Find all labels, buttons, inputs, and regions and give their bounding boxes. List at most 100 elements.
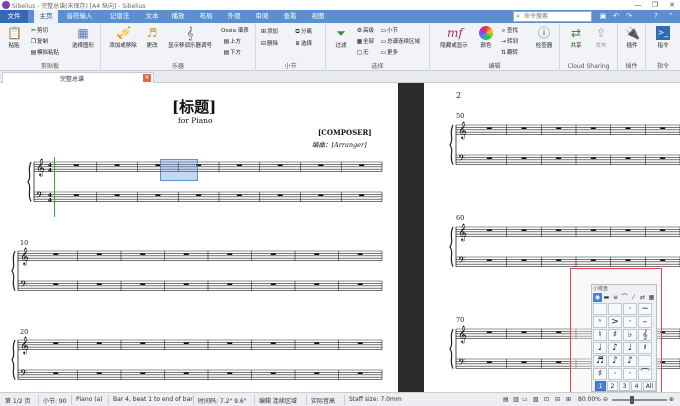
search-input[interactable] <box>524 12 590 21</box>
cut-button[interactable]: ✂剪切 <box>30 26 48 34</box>
view-mode-icon[interactable]: ▤ <box>503 396 509 403</box>
keypad-layout-3[interactable]: 3 <box>619 381 630 391</box>
keypad-key[interactable]: ♯ <box>593 368 607 380</box>
inspector-button[interactable]: ⓘ 检查器 <box>532 26 556 49</box>
tab-notations[interactable]: 记谱法 <box>101 10 138 23</box>
redo-icon[interactable]: ↷ <box>624 11 634 22</box>
zoom-slider-thumb[interactable] <box>630 396 634 404</box>
tuplets-icon[interactable]: ≡ <box>611 293 620 302</box>
keypad-key[interactable]: · <box>623 303 637 315</box>
keypad-menu-icon[interactable]: ▦ <box>647 293 656 302</box>
tab-full-score[interactable]: 完整总谱 ✕ <box>2 72 154 83</box>
tab-view[interactable]: 视图 <box>306 10 330 23</box>
keypad-key[interactable]: ⌒ <box>638 368 652 380</box>
undo-icon[interactable]: ↶ <box>611 11 621 22</box>
delete-bar-button[interactable]: ⊟删除 <box>260 39 278 47</box>
keypad-key[interactable]: − <box>638 303 652 315</box>
keypad-layout-4[interactable]: 4 <box>631 381 642 391</box>
keypad-key[interactable]: ♩ <box>623 342 637 354</box>
zoom-page-icon[interactable]: ⊞ <box>566 396 571 403</box>
copy-button[interactable]: ❐复制 <box>30 37 48 45</box>
transposing-score-button[interactable]: 𝄞 显示移调乐器调号 <box>163 26 217 49</box>
beams-icon[interactable]: ▬ <box>602 293 611 302</box>
keypad-key[interactable]: ♯ <box>608 329 622 341</box>
tab-layout[interactable]: 布局 <box>194 10 218 23</box>
keypad-key[interactable]: 𝄾 <box>593 316 607 328</box>
tab-review[interactable]: 查看 <box>278 10 302 23</box>
publish-button[interactable]: ⇪ 发布 <box>590 26 612 49</box>
flip-button[interactable]: ⇅翻转 <box>500 48 518 56</box>
zoom-fit-icon[interactable]: ⊡ <box>544 396 549 403</box>
advanced-select-button[interactable]: ⚙高级 <box>356 26 374 34</box>
keypad-key[interactable]: ♩ <box>593 342 607 354</box>
maximize-button[interactable]: ❐ <box>647 0 663 10</box>
close-window-button[interactable]: ✕ <box>664 0 680 10</box>
score-page-1[interactable]: [标题] for Piano [COMPOSER] 编曲：[Arranger] … <box>0 83 398 392</box>
tab-play[interactable]: 播放 <box>166 10 190 23</box>
select-all-button[interactable]: ▦全部 <box>356 37 374 45</box>
command-search[interactable]: ⌕ <box>513 11 592 22</box>
tie-icon[interactable]: ⌒ <box>620 293 629 302</box>
hide-show-button[interactable]: mf 隐藏或显示 <box>436 26 472 49</box>
select-graphic-button[interactable]: ▦ 选择图形 <box>68 26 98 49</box>
ossia-staff-button[interactable]: Ossia 谱表 <box>221 26 249 34</box>
keypad-key[interactable]: · <box>623 368 637 380</box>
tab-home[interactable]: 主页 <box>34 10 58 23</box>
keypad-key[interactable]: 𝄽 <box>638 342 652 354</box>
keypad-key[interactable] <box>638 355 652 367</box>
page1-staves[interactable]: 𝄞𝄢4444𝄞𝄢𝄞𝄢 <box>0 83 398 392</box>
help-icon[interactable]: ? <box>651 11 661 22</box>
save-icon[interactable]: ▣ <box>598 11 608 22</box>
keypad-key[interactable]: 𝄞 <box>638 329 652 341</box>
keypad-layout-2[interactable]: 2 <box>607 381 618 391</box>
tab-file[interactable]: 文件 <box>0 10 28 23</box>
add-bar-button[interactable]: ⊞添加 <box>260 27 278 35</box>
split-bar-button[interactable]: ⧉分离 <box>294 27 312 36</box>
add-remove-instrument-button[interactable]: 🎺 添加或移除 <box>105 26 141 49</box>
zoom-slider[interactable] <box>612 399 667 401</box>
join-bar-button[interactable]: ⧈ 选择 <box>294 39 312 48</box>
keypad-key[interactable]: · <box>623 316 637 328</box>
close-tab-icon[interactable]: ✕ <box>143 74 151 82</box>
zoom-out-icon[interactable]: ⊖ <box>603 396 608 403</box>
select-none-button[interactable]: ▢无 <box>356 48 369 56</box>
ossia-below-button[interactable]: ▤下方 <box>223 48 241 56</box>
bar-selection-highlight[interactable] <box>160 159 198 181</box>
system-passage-button[interactable]: ▭总谱连续区域 <box>380 37 420 45</box>
keypad-key[interactable]: ♪ <box>623 355 637 367</box>
keypad-key[interactable] <box>608 303 622 315</box>
tab-appearance[interactable]: 外观 <box>222 10 246 23</box>
change-instrument-button[interactable]: ♬ 更改 <box>143 26 161 49</box>
keypad-key[interactable]: ♭ <box>623 329 637 341</box>
zoom-in-icon[interactable]: ⊕ <box>669 396 674 403</box>
panorama-icon[interactable]: ▭ <box>522 396 528 403</box>
keypad-key[interactable] <box>593 303 607 315</box>
paste-special-button[interactable]: ▤模拟粘贴 <box>30 48 59 56</box>
keypad-layout-all[interactable]: All <box>643 381 656 391</box>
minimize-button[interactable]: — <box>630 0 646 10</box>
jazz-icon[interactable]: ⇄ <box>638 293 647 302</box>
zoom-width-icon[interactable]: ⊟ <box>555 396 560 403</box>
keypad-key[interactable]: · <box>608 368 622 380</box>
paste-button[interactable]: 📋 粘贴 <box>3 26 25 49</box>
keypad-layout-1[interactable]: 1 <box>595 381 606 391</box>
find-button[interactable]: ⌕ 查找 <box>500 26 518 35</box>
tab-text[interactable]: 文本 <box>140 10 164 23</box>
common-notes-icon[interactable]: ◉ <box>593 293 602 302</box>
keypad-key[interactable]: ♬ <box>593 355 607 367</box>
color-button[interactable]: 颜色 <box>476 26 496 49</box>
select-bar-button[interactable]: ▭小节 <box>380 26 398 34</box>
commands-button[interactable]: >_ 指令 <box>650 26 676 49</box>
keypad-key[interactable]: ♪ <box>608 355 622 367</box>
plugins-button[interactable]: 🔌 插件 <box>621 26 643 49</box>
tab-note-input[interactable]: 音符输入 <box>61 10 98 23</box>
goto-button[interactable]: →转到 <box>500 37 518 45</box>
keypad-key[interactable]: ♪ <box>608 342 622 354</box>
select-more-button[interactable]: ▭更多 <box>380 48 398 56</box>
focus-icon[interactable]: ▧ <box>533 396 539 403</box>
articulation-icon[interactable]: ⁄ <box>629 293 638 302</box>
ossia-above-button[interactable]: ▤上方 <box>223 37 241 45</box>
filter-button[interactable]: ⏷ 过滤 <box>330 26 352 49</box>
share-button[interactable]: ⇄ 共享 <box>565 26 587 49</box>
status-pitch[interactable]: 实际音高 <box>311 396 335 405</box>
